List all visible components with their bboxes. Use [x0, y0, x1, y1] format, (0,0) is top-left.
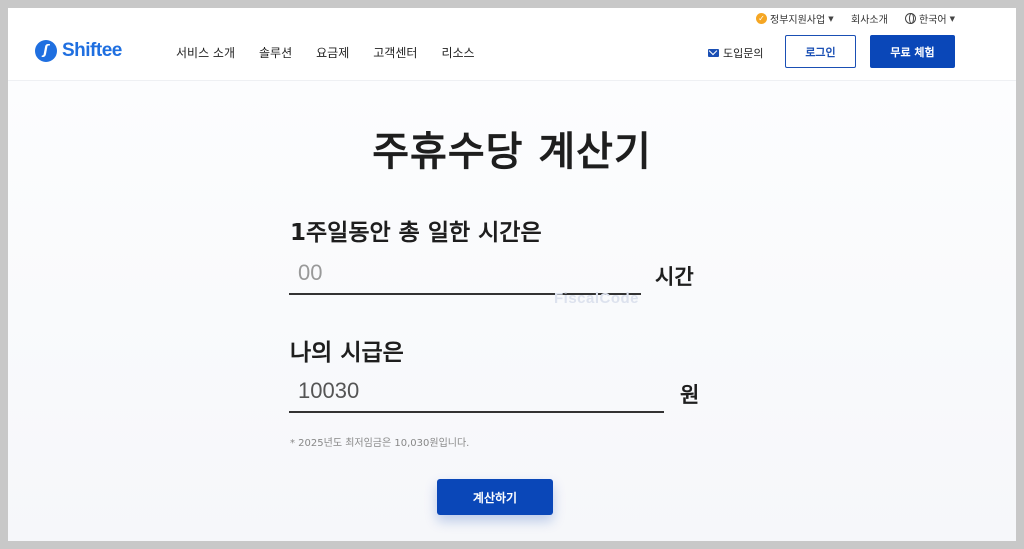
- gov-program-menu[interactable]: ✓ 정부지원사업 ▼: [756, 11, 834, 26]
- watermark: FiscalCode: [554, 290, 640, 307]
- gov-program-label: 정부지원사업: [770, 15, 826, 26]
- wage-input[interactable]: [289, 371, 664, 411]
- logo-text: Shiftee: [62, 40, 122, 61]
- nav-pricing[interactable]: 요금제: [316, 44, 349, 61]
- shiftee-logo[interactable]: ʃ Shiftee: [35, 40, 122, 62]
- caret-down-icon: ▼: [828, 14, 834, 23]
- free-trial-button[interactable]: 무료 체험: [870, 35, 955, 68]
- utility-bar: ✓ 정부지원사업 ▼ 회사소개 한국어 ▼: [8, 8, 1016, 28]
- wage-unit: 원: [680, 383, 700, 407]
- login-button[interactable]: 로그인: [785, 35, 856, 68]
- calculate-button[interactable]: 계산하기: [437, 479, 553, 515]
- inquiry-label: 도입문의: [723, 47, 764, 60]
- nav-support[interactable]: 고객센터: [373, 44, 417, 61]
- inquiry-link[interactable]: 도입문의: [708, 45, 763, 61]
- nav-resources[interactable]: 리소스: [441, 44, 474, 61]
- min-wage-note: * 2025년도 최저임금은 10,030원입니다.: [290, 438, 470, 449]
- language-label: 한국어: [919, 15, 947, 26]
- calculator-section: 주휴수당 계산기 1주일동안 총 일한 시간은 시간 FiscalCode 나의…: [8, 81, 1016, 541]
- globe-icon: [905, 13, 916, 24]
- nav-solution[interactable]: 솔루션: [259, 44, 292, 61]
- company-link[interactable]: 회사소개: [851, 11, 888, 26]
- main-nav: 서비스 소개 솔루션 요금제 고객센터 리소스: [176, 44, 475, 61]
- hours-label: 1주일동안 총 일한 시간은: [290, 220, 542, 246]
- hours-field: [289, 253, 641, 295]
- site-header: ʃ Shiftee 서비스 소개 솔루션 요금제 고객센터 리소스 도입문의 로…: [8, 28, 1016, 81]
- hours-input[interactable]: [289, 253, 641, 293]
- nav-service-intro[interactable]: 서비스 소개: [176, 44, 235, 61]
- browser-viewport: ✓ 정부지원사업 ▼ 회사소개 한국어 ▼ ʃ Shiftee 서비스 소개 솔…: [8, 8, 1016, 541]
- mail-icon: [708, 49, 719, 57]
- verified-badge-icon: ✓: [756, 13, 767, 24]
- language-selector[interactable]: 한국어 ▼: [905, 11, 955, 26]
- logo-mark-icon: ʃ: [35, 40, 57, 62]
- page-title: 주휴수당 계산기: [372, 129, 652, 175]
- caret-down-icon: ▼: [949, 14, 955, 23]
- wage-label: 나의 시급은: [290, 340, 404, 366]
- hours-unit: 시간: [655, 265, 694, 289]
- wage-field: [289, 371, 664, 413]
- company-label: 회사소개: [851, 15, 888, 26]
